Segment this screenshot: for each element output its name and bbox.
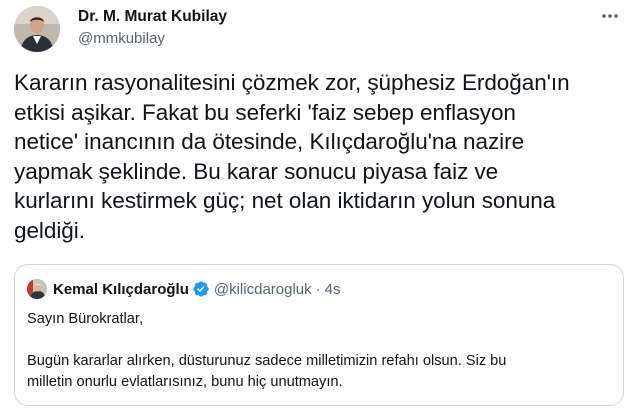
tweet: Dr. M. Murat Kubilay @mmkubilay Kararın …: [0, 0, 635, 414]
quoted-tweet-card[interactable]: Kemal Kılıçdaroğlu @kilicdarogluk · 4s S…: [14, 264, 624, 406]
more-options-button[interactable]: [598, 6, 622, 26]
verified-badge-icon: [193, 281, 209, 297]
quoted-tweet-text: Sayın Bürokratlar, Bugün kararlar alırke…: [27, 311, 507, 390]
quoted-header-separator: ·: [315, 280, 321, 298]
more-dots-icon: [602, 14, 618, 18]
author-avatar[interactable]: [14, 6, 60, 52]
quoted-tweet-timestamp[interactable]: 4s: [325, 281, 341, 298]
quoted-author-avatar: [27, 279, 47, 299]
quoted-author-name[interactable]: Kemal Kılıçdaroğlu: [53, 281, 189, 298]
tweet-text: Kararın rasyonalitesini çözmek zor, şüph…: [14, 70, 570, 243]
quoted-author-handle[interactable]: @kilicdarogluk: [214, 281, 312, 298]
quoted-tweet-header: Kemal Kılıçdaroğlu @kilicdarogluk · 4s: [27, 278, 340, 300]
author-handle[interactable]: @mmkubilay: [78, 30, 165, 47]
author-name[interactable]: Dr. M. Murat Kubilay: [78, 8, 227, 26]
